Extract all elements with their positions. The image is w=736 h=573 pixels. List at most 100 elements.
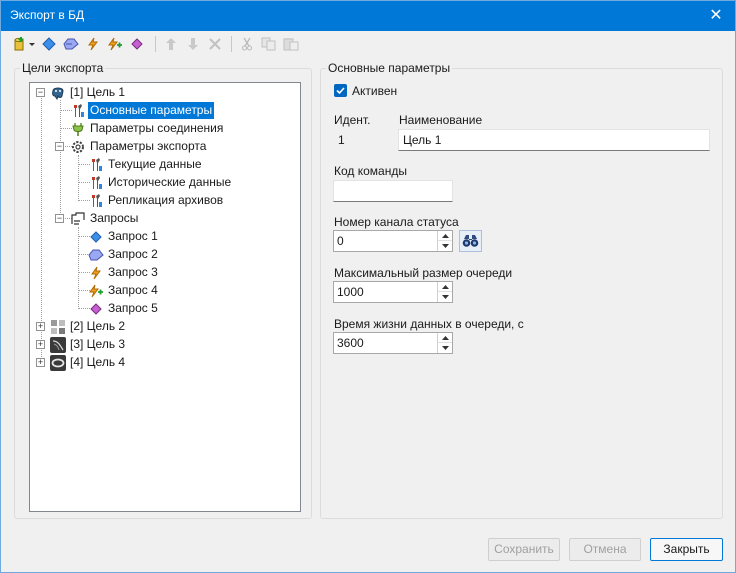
add-target-icon[interactable] <box>11 34 37 54</box>
tree-node-query-1[interactable]: Запрос 1 <box>88 228 160 245</box>
tree-node-target-1[interactable]: [1] Цель 1 <box>50 84 127 101</box>
export-targets-title: Цели экспорта <box>20 61 106 75</box>
postgresql-icon <box>50 85 66 101</box>
tree-line <box>78 227 79 309</box>
close-button[interactable]: Закрыть <box>650 538 723 561</box>
settings-tools-icon <box>88 157 104 173</box>
tree-node-basic-params[interactable]: Основные параметры <box>70 102 215 119</box>
paste-icon[interactable] <box>281 34 301 54</box>
add-query-5-icon[interactable] <box>127 34 147 54</box>
tree-node-label: [4] Цель 4 <box>70 355 126 369</box>
settings-tools-icon <box>70 103 86 119</box>
close-window-icon[interactable]: ✕ <box>703 3 729 29</box>
title-bar: Экспорт в БД ✕ <box>1 1 735 31</box>
plug-icon <box>70 121 86 137</box>
max-queue-spinbox[interactable]: 1000 <box>333 281 453 303</box>
window-title: Экспорт в БД <box>10 8 85 22</box>
query-1-icon <box>88 229 104 245</box>
tree-node-label: Репликация архивов <box>108 193 224 207</box>
spin-up-icon[interactable] <box>438 333 452 343</box>
find-channel-button[interactable] <box>459 230 482 252</box>
name-label: Наименование <box>399 113 483 127</box>
tree-node-label: Запрос 1 <box>108 229 158 243</box>
status-channel-spinbox[interactable]: 0 <box>333 230 453 252</box>
tree-node-label: Основные параметры <box>88 102 215 119</box>
tree-expand-toggle[interactable]: + <box>36 358 45 367</box>
add-query-3-icon[interactable] <box>83 34 103 54</box>
tree-expand-toggle[interactable]: + <box>36 322 45 331</box>
max-queue-value: 1000 <box>337 285 364 299</box>
delete-icon[interactable] <box>205 34 225 54</box>
toolbar <box>7 33 733 55</box>
tree-line <box>78 155 79 201</box>
tree-node-label: [2] Цель 2 <box>70 319 126 333</box>
spin-buttons <box>437 282 452 302</box>
cut-icon[interactable] <box>237 34 257 54</box>
spin-down-icon[interactable] <box>438 292 452 302</box>
tree-node-query-3[interactable]: Запрос 3 <box>88 264 160 281</box>
tree-node-label: Параметры экспорта <box>90 139 207 153</box>
command-code-label: Код команды <box>334 164 407 178</box>
spin-down-icon[interactable] <box>438 343 452 353</box>
save-button[interactable]: Сохранить <box>488 538 560 561</box>
binoculars-icon <box>462 235 479 247</box>
query-3-icon <box>88 265 104 281</box>
settings-tools-icon <box>88 175 104 191</box>
active-checkbox[interactable] <box>334 84 347 97</box>
tree-node-label: Запрос 5 <box>108 301 158 315</box>
spin-down-icon[interactable] <box>438 241 452 251</box>
tree-node-current-data[interactable]: Текущие данные <box>88 156 204 173</box>
move-down-icon[interactable] <box>183 34 203 54</box>
move-up-icon[interactable] <box>161 34 181 54</box>
tree-node-query-4[interactable]: Запрос 4 <box>88 282 160 299</box>
query-5-icon <box>88 301 104 317</box>
tree-node-label: [1] Цель 1 <box>70 85 126 99</box>
tree-node-target-4[interactable]: [4] Цель 4 <box>50 354 127 371</box>
tree-node-label: [3] Цель 3 <box>70 337 126 351</box>
tree-node-target-3[interactable]: [3] Цель 3 <box>50 336 127 353</box>
id-label: Идент. <box>334 113 371 127</box>
sql-server-icon <box>50 319 66 335</box>
export-dialog-window: Экспорт в БД ✕ Цели экспорта − [1] Цель … <box>0 0 736 573</box>
lifetime-value: 3600 <box>337 336 364 350</box>
oracle-icon <box>50 354 66 371</box>
tree-node-query-2[interactable]: Запрос 2 <box>88 246 160 263</box>
tree-node-label: Запрос 4 <box>108 283 158 297</box>
tree-node-connection-params[interactable]: Параметры соединения <box>70 120 225 137</box>
export-targets-tree[interactable]: − [1] Цель 1 Основные параметры Параметр… <box>29 82 301 512</box>
gear-icon <box>70 139 86 155</box>
tree-node-label: Запрос 3 <box>108 265 158 279</box>
cancel-button[interactable]: Отмена <box>569 538 641 561</box>
tree-expand-toggle[interactable]: + <box>36 340 45 349</box>
tree-node-archive-replication[interactable]: Репликация архивов <box>88 192 225 209</box>
tree-node-label: Текущие данные <box>108 157 202 171</box>
name-value: Цель 1 <box>403 133 442 147</box>
tree-node-target-2[interactable]: [2] Цель 2 <box>50 318 127 335</box>
status-channel-label: Номер канала статуса <box>334 215 459 229</box>
copy-icon[interactable] <box>259 34 279 54</box>
add-query-2-icon[interactable] <box>61 34 81 54</box>
tree-collapse-toggle[interactable]: − <box>55 142 64 151</box>
tree-node-historical-data[interactable]: Исторические данные <box>88 174 233 191</box>
queries-folder-icon <box>70 211 86 227</box>
max-queue-label: Максимальный размер очереди <box>334 266 513 280</box>
command-code-field[interactable] <box>333 180 453 202</box>
tree-node-label: Запросы <box>90 211 139 225</box>
tree-node-query-5[interactable]: Запрос 5 <box>88 300 160 317</box>
spin-up-icon[interactable] <box>438 231 452 241</box>
mysql-icon <box>50 336 66 353</box>
add-query-1-icon[interactable] <box>39 34 59 54</box>
active-label[interactable]: Активен <box>352 84 397 98</box>
lifetime-spinbox[interactable]: 3600 <box>333 332 453 354</box>
spin-buttons <box>437 231 452 251</box>
tree-collapse-toggle[interactable]: − <box>55 214 64 223</box>
tree-node-queries[interactable]: Запросы <box>70 210 140 227</box>
id-value: 1 <box>338 133 345 147</box>
status-channel-value: 0 <box>337 234 344 248</box>
tree-node-export-params[interactable]: Параметры экспорта <box>70 138 208 155</box>
tree-collapse-toggle[interactable]: − <box>36 88 45 97</box>
add-query-4-icon[interactable] <box>105 34 125 54</box>
name-field[interactable]: Цель 1 <box>398 129 710 151</box>
basic-params-title: Основные параметры <box>326 61 453 75</box>
spin-up-icon[interactable] <box>438 282 452 292</box>
